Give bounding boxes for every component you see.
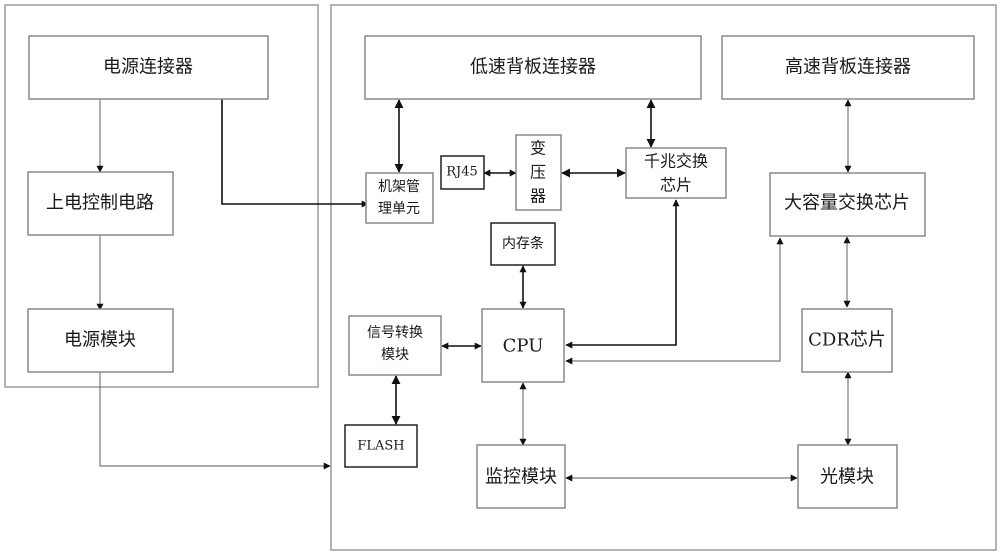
edge-power-module-to-main-board [99, 372, 331, 470]
node-cpu: CPU [481, 308, 565, 383]
block-diagram: 电源连接器 上电控制电路 电源模块 低速背板连接器 高速背板连接器 机架管 理单… [4, 4, 997, 551]
svg-text:信号转换: 信号转换 [367, 324, 423, 341]
node-low-speed-backplane: 低速背板连接器 [364, 35, 702, 100]
node-rj45: RJ45 [440, 155, 485, 190]
svg-text:机架管: 机架管 [378, 179, 420, 195]
node-power-module: 电源模块 [27, 308, 174, 373]
svg-text:FLASH: FLASH [357, 439, 404, 454]
svg-text:变: 变 [530, 139, 546, 158]
node-monitor-module: 监控模块 [476, 444, 566, 509]
svg-text:理单元: 理单元 [378, 201, 420, 217]
svg-text:电源模块: 电源模块 [64, 330, 136, 351]
node-large-switch: 大容量交换芯片 [769, 172, 926, 237]
svg-text:内存条: 内存条 [502, 235, 544, 252]
node-gbe-switch: 千兆交换 芯片 [625, 147, 727, 199]
svg-text:千兆交换: 千兆交换 [644, 152, 708, 171]
svg-text:低速背板连接器: 低速背板连接器 [470, 57, 596, 78]
svg-text:器: 器 [530, 187, 546, 206]
node-memory: 内存条 [490, 222, 556, 266]
edge-power-connector-to-rack-mgmt [221, 99, 369, 208]
node-cdr-chip: CDR芯片 [801, 308, 893, 373]
edge-large-switch-cpu [565, 237, 784, 365]
node-flash: FLASH [344, 424, 418, 468]
svg-text:RJ45: RJ45 [446, 165, 478, 180]
node-signal-conversion: 信号转换 模块 [348, 315, 442, 376]
node-optical-module: 光模块 [797, 444, 898, 509]
node-power-on-control: 上电控制电路 [27, 171, 174, 236]
svg-text:模块: 模块 [381, 347, 409, 363]
svg-text:压: 压 [530, 163, 546, 182]
svg-text:大容量交换芯片: 大容量交换芯片 [784, 193, 910, 214]
svg-text:高速背板连接器: 高速背板连接器 [785, 57, 911, 78]
svg-text:光模块: 光模块 [820, 467, 874, 488]
node-transformer: 变 压 器 [515, 134, 562, 211]
svg-text:监控模块: 监控模块 [485, 467, 557, 488]
edge-gbe-cpu [565, 199, 680, 349]
svg-text:CDR芯片: CDR芯片 [808, 330, 886, 351]
node-rack-mgmt: 机架管 理单元 [365, 172, 434, 224]
svg-text:芯片: 芯片 [660, 176, 692, 195]
svg-text:CPU: CPU [503, 336, 544, 357]
svg-text:电源连接器: 电源连接器 [103, 57, 193, 78]
svg-text:上电控制电路: 上电控制电路 [46, 193, 154, 214]
node-power-connector: 电源连接器 [28, 35, 269, 100]
node-high-speed-backplane: 高速背板连接器 [721, 35, 975, 100]
